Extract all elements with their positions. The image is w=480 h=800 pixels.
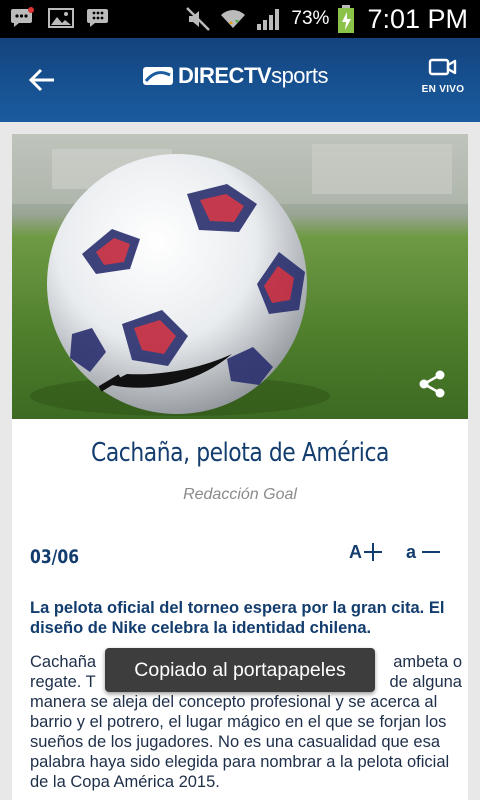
soccer-ball-photo xyxy=(12,134,468,419)
article-card: Cachaña, pelota de América Redacción Goa… xyxy=(12,134,468,800)
share-icon[interactable] xyxy=(416,368,448,400)
video-camera-icon xyxy=(428,58,457,76)
body-line-1-end: ambeta o xyxy=(393,653,462,671)
article-lead: La pelota oficial del torneo espera por … xyxy=(30,599,445,637)
signal-icon xyxy=(257,9,280,30)
article-title: Cachaña, pelota de América xyxy=(90,438,390,468)
directv-sports-logo: DIRECTVsports xyxy=(142,60,328,92)
minus-icon xyxy=(422,551,441,553)
font-decrease-letter: a xyxy=(406,541,417,562)
battery-percent: 73% xyxy=(291,8,330,29)
body-line-1-start: Cachaña xyxy=(30,653,97,671)
wifi-icon xyxy=(221,10,246,28)
status-bar: 73% 7:01 PM xyxy=(0,0,480,38)
body-paragraph-rest: manera se aleja del concepto profesional… xyxy=(30,693,450,791)
clock: 7:01 PM xyxy=(367,3,468,34)
article-date: 03/06 xyxy=(30,546,80,568)
body-line-2-end: de alguna xyxy=(389,673,463,691)
battery-charging-icon xyxy=(338,5,355,33)
font-decrease-button[interactable]: a xyxy=(406,541,442,563)
gallery-icon xyxy=(48,8,74,28)
clipboard-toast: Copiado al portapapeles xyxy=(105,648,375,692)
arrow-back-icon xyxy=(28,68,54,92)
blackberry-icon xyxy=(87,9,108,27)
article-hero-image xyxy=(12,134,468,419)
mute-icon xyxy=(186,7,211,31)
back-button[interactable] xyxy=(22,60,62,100)
live-label: EN VIVO xyxy=(421,84,465,95)
directv-cube-icon xyxy=(143,67,173,85)
bbm-chat-icon xyxy=(11,7,34,27)
body-line-2-start: regate. T xyxy=(30,673,96,691)
logo-text-light: sports xyxy=(271,63,328,88)
live-button[interactable]: EN VIVO xyxy=(420,56,466,106)
plus-icon xyxy=(364,543,382,561)
app-bar: DIRECTVsports EN VIVO xyxy=(0,38,480,122)
font-increase-letter: A xyxy=(349,541,362,562)
font-increase-button[interactable]: A xyxy=(349,541,384,563)
logo-text-bold: DIRECTV xyxy=(178,63,272,88)
article-author: Redacción Goal xyxy=(183,486,297,503)
